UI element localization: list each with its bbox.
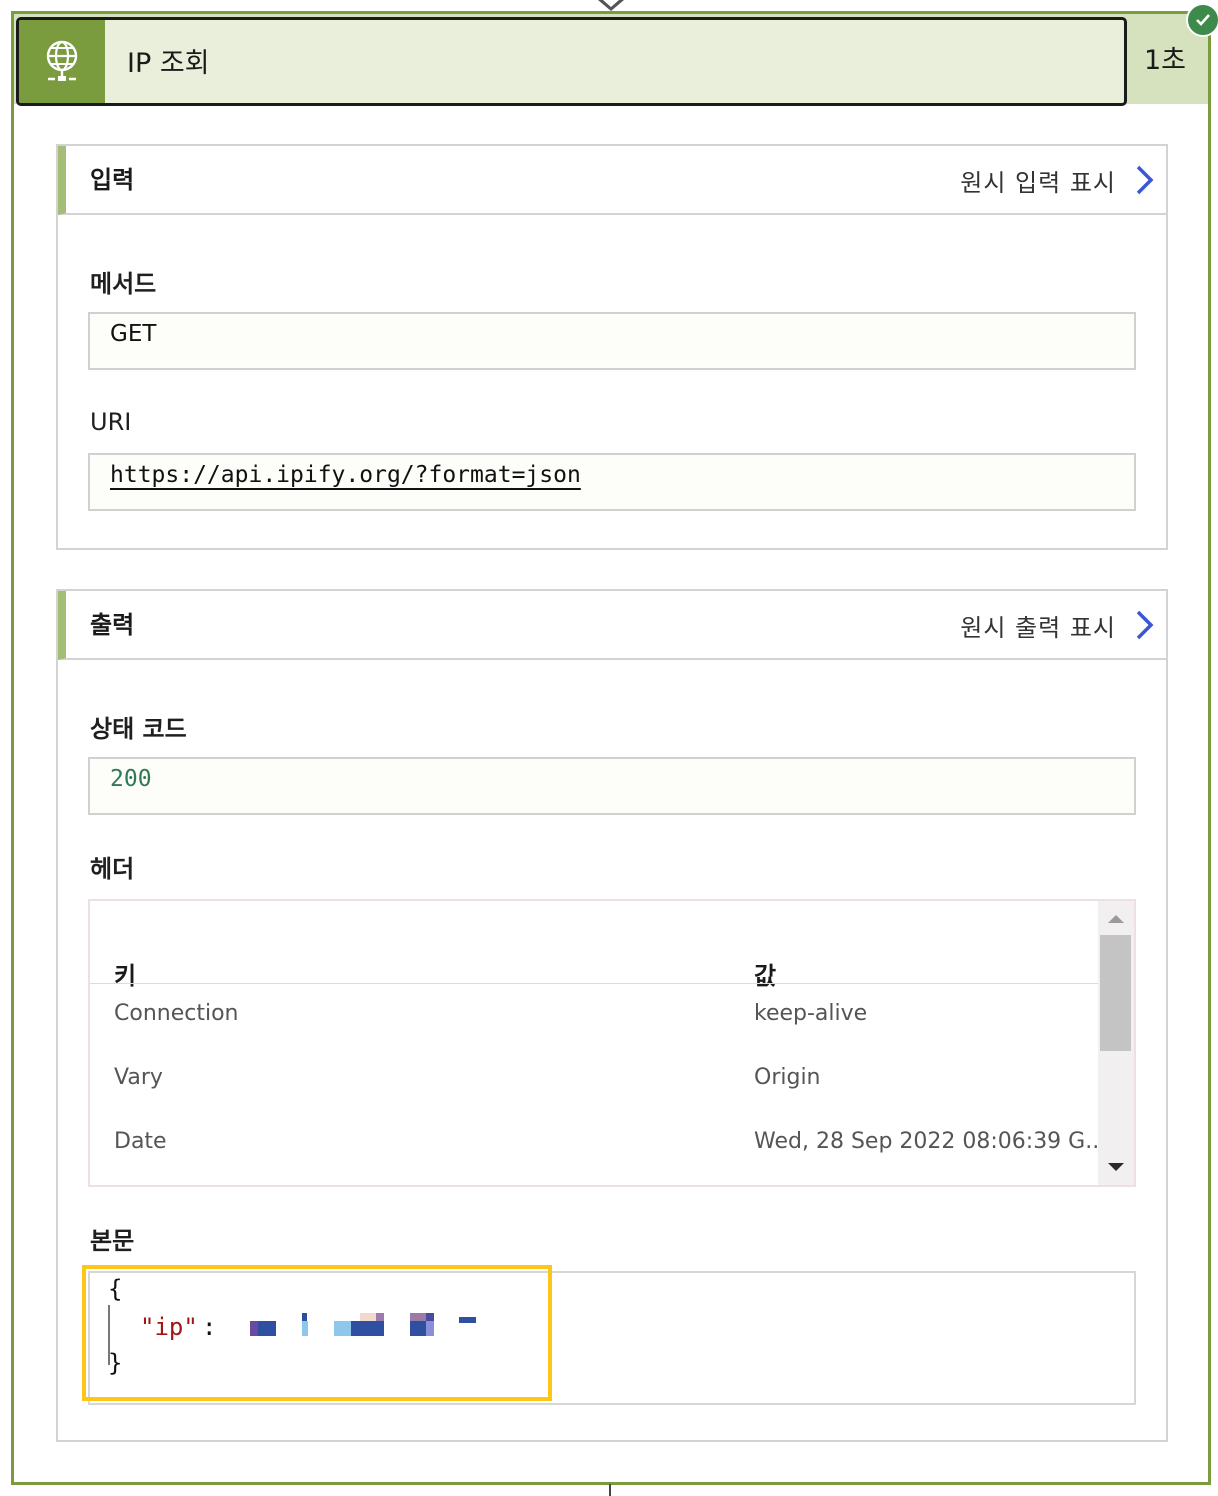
header-row-value: keep-alive	[754, 1001, 868, 1026]
column-header-value: 값	[754, 962, 777, 990]
headers-scrollbar[interactable]	[1098, 901, 1134, 1185]
connector-arrow-icon	[598, 0, 624, 11]
headers-label: 헤더	[90, 855, 135, 883]
chevron-right-icon	[1136, 165, 1154, 195]
header-row-key: Connection	[114, 1001, 239, 1026]
uri-label: URI	[90, 408, 132, 436]
show-raw-inputs-label: 원시 입력 표시	[960, 168, 1116, 197]
status-code-field: 200	[88, 757, 1136, 815]
show-raw-outputs-label: 원시 출력 표시	[960, 613, 1116, 642]
column-header-key: 키	[114, 962, 137, 990]
inputs-section-title: 입력	[90, 166, 135, 194]
action-header-focus[interactable]: IP 조회	[16, 17, 1127, 106]
outputs-section: 출력 원시 출력 표시 상태 코드 200 헤더 키 값 Connection …	[56, 589, 1168, 1442]
check-icon	[1186, 3, 1218, 37]
header-row-value: Origin	[754, 1065, 821, 1090]
connector-line	[609, 1484, 611, 1496]
method-field: GET	[88, 312, 1136, 370]
action-card: IP 조회 1초 입력 원시 입력 표시 메서드 GET URI https:/…	[11, 3, 1218, 1485]
globe-network-icon	[19, 20, 105, 103]
scroll-up-icon[interactable]	[1108, 915, 1124, 923]
status-code-value: 200	[110, 766, 152, 792]
method-value: GET	[110, 321, 157, 347]
table-header-divider	[90, 983, 1100, 984]
body-highlight-box	[82, 1265, 552, 1401]
outputs-section-title: 출력	[90, 611, 135, 639]
headers-table[interactable]: 키 값 Connection keep-alive Vary Origin Da…	[88, 899, 1136, 1187]
header-row-key: Vary	[114, 1065, 163, 1090]
outputs-section-header: 출력 원시 출력 표시	[58, 591, 1166, 660]
chevron-right-icon	[1136, 610, 1154, 640]
method-label: 메서드	[90, 270, 157, 298]
uri-field: https://api.ipify.org/?format=json	[88, 453, 1136, 511]
show-raw-inputs-link[interactable]: 원시 입력 표시	[960, 146, 1156, 214]
header-row-value: Wed, 28 Sep 2022 08:06:39 G...	[754, 1129, 1107, 1154]
action-duration: 1초	[1144, 45, 1187, 76]
inputs-section-header: 입력 원시 입력 표시	[58, 146, 1166, 215]
body-label: 본문	[90, 1227, 135, 1255]
scroll-down-icon[interactable]	[1108, 1163, 1124, 1171]
show-raw-outputs-link[interactable]: 원시 출력 표시	[960, 591, 1156, 659]
uri-value[interactable]: https://api.ipify.org/?format=json	[110, 455, 581, 495]
header-row-key: Date	[114, 1129, 167, 1154]
status-code-label: 상태 코드	[90, 715, 187, 743]
action-title: IP 조회	[127, 48, 210, 79]
scrollbar-thumb[interactable]	[1100, 935, 1131, 1051]
inputs-section: 입력 원시 입력 표시 메서드 GET URI https://api.ipif…	[56, 144, 1168, 550]
